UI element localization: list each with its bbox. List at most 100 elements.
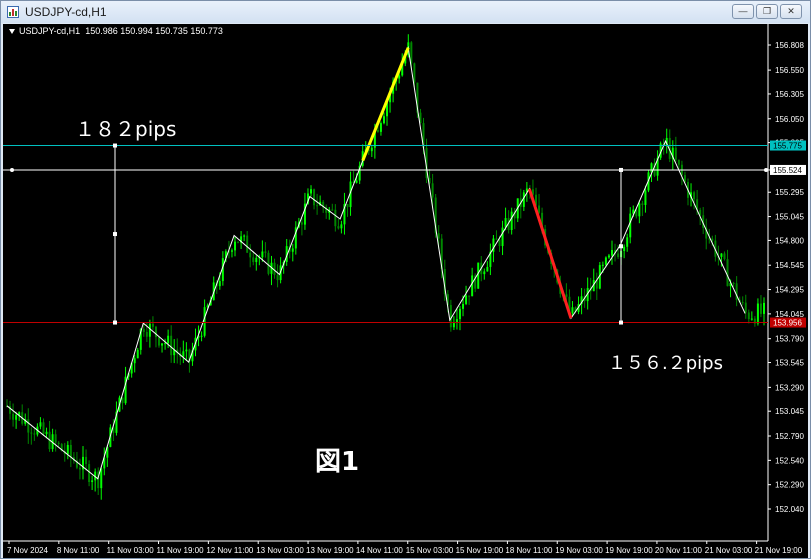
candle-body <box>623 246 626 251</box>
candle-body <box>249 252 252 258</box>
chart-canvas[interactable]: 156.808156.550156.305156.050155.805155.5… <box>3 24 808 558</box>
annotation-left-pips: １８２pips <box>75 117 176 141</box>
y-tick-label: 152.540 <box>775 456 804 465</box>
candle-body <box>601 264 604 266</box>
candle-body <box>45 431 48 435</box>
restore-button[interactable]: ❐ <box>756 4 778 19</box>
candle-body <box>458 308 461 320</box>
y-tick-label: 156.305 <box>775 90 804 99</box>
candle-body <box>501 227 504 247</box>
minimize-button[interactable]: — <box>732 4 754 19</box>
candle-body <box>203 307 206 336</box>
candle-body <box>607 255 610 258</box>
window-titlebar[interactable]: USDJPY-cd,H1 — ❐ ✕ <box>1 1 810 23</box>
candle-body <box>437 233 440 239</box>
x-tick-label: 14 Nov 11:00 <box>356 546 404 555</box>
candle-body <box>15 415 18 420</box>
chart-symbol: USDJPY-cd,H1 <box>19 26 81 36</box>
candle-body <box>54 434 57 443</box>
candle-body <box>234 241 237 251</box>
white-level-handle <box>764 167 768 172</box>
candle-body <box>42 422 45 435</box>
chart-window: USDJPY-cd,H1 — ❐ ✕ 156.808 156.550 156.305… <box>0 0 811 559</box>
candle-body <box>334 209 337 227</box>
candle-body <box>276 274 279 281</box>
candle-body <box>331 209 334 211</box>
candle-body <box>626 237 629 247</box>
candle-body <box>538 205 541 213</box>
y-tick-label: 156.050 <box>775 115 804 124</box>
candle-body <box>629 213 632 238</box>
candle-body <box>100 468 103 489</box>
candle-body <box>462 303 465 309</box>
candle-body <box>720 253 723 257</box>
y-tick-label: 154.295 <box>775 286 804 295</box>
candle-body <box>410 42 413 64</box>
candle-body <box>483 271 486 275</box>
x-tick-label: 20 Nov 11:00 <box>655 546 703 555</box>
price-chart[interactable]: 156.808156.550156.305156.050155.805155.5… <box>3 24 808 558</box>
x-tick-label: 12 Nov 11:00 <box>206 546 254 555</box>
candle-body <box>185 349 188 352</box>
chart-header: USDJPY-cd,H1 150.986 150.994 150.735 150… <box>9 26 223 36</box>
candle-body <box>744 302 747 313</box>
right-measure-handle <box>619 320 623 325</box>
candle-body <box>455 319 458 323</box>
candle-body <box>158 337 161 346</box>
candle-body <box>230 250 233 252</box>
candle-body <box>267 252 270 274</box>
y-tick-label: 153.045 <box>775 407 804 416</box>
candle-body <box>641 203 644 205</box>
candle-body <box>565 294 568 297</box>
candle-body <box>261 251 264 258</box>
candle-body <box>732 282 735 284</box>
x-tick-label: 11 Nov 19:00 <box>157 546 205 555</box>
candle-body <box>316 205 319 207</box>
y-tick-label: 153.545 <box>775 359 804 368</box>
y-tick-label: 153.790 <box>775 335 804 344</box>
candle-body <box>644 190 647 205</box>
window-title: USDJPY-cd,H1 <box>25 5 107 19</box>
candle-body <box>741 302 744 304</box>
x-tick-label: 21 Nov 03:00 <box>705 546 753 555</box>
zigzag-line <box>6 45 746 480</box>
x-tick-label: 13 Nov 19:00 <box>306 546 354 555</box>
close-button[interactable]: ✕ <box>780 4 802 19</box>
candle-body <box>486 266 489 272</box>
x-tick-label: 21 Nov 19:00 <box>755 546 803 555</box>
candle-body <box>726 259 729 287</box>
left-measure-handle <box>113 232 117 237</box>
annotation-figure-label: 図1 <box>315 447 359 477</box>
candle-body <box>148 323 151 337</box>
annotation-right-pips: １５６.２pips <box>608 353 723 374</box>
y-tick-label: 154.800 <box>775 236 804 245</box>
candle-body <box>449 305 452 328</box>
dropdown-triangle-icon[interactable] <box>9 29 15 35</box>
candle-body <box>136 349 139 359</box>
candle-body <box>313 189 316 206</box>
candle-body <box>246 235 249 253</box>
candle-body <box>30 432 33 434</box>
candle-body <box>88 464 91 482</box>
candle-body <box>376 129 379 132</box>
right-measure-handle <box>619 167 623 172</box>
candle-body <box>218 281 221 287</box>
candle-body <box>674 147 677 160</box>
candle-body <box>161 343 164 346</box>
candle-body <box>69 444 72 458</box>
y-tick-label: 152.040 <box>775 505 804 514</box>
candle-body <box>693 192 696 200</box>
right-measure-handle <box>619 244 623 249</box>
candle-body <box>33 433 36 435</box>
candle-body <box>340 224 343 229</box>
white-level-tag: 155.524 <box>773 166 802 175</box>
candle-body <box>164 343 167 345</box>
candle-body <box>756 303 759 324</box>
white-level-handle <box>10 167 14 172</box>
candle-body <box>39 422 42 427</box>
candle-body <box>468 295 471 297</box>
y-tick-label: 152.290 <box>775 481 804 490</box>
candle-body <box>167 335 170 344</box>
candle-body <box>291 248 294 252</box>
candle-body <box>154 326 157 338</box>
